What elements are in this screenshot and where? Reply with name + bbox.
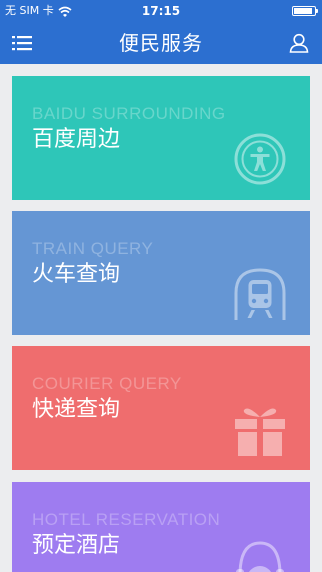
- user-button[interactable]: [288, 33, 310, 53]
- battery-icon: [292, 6, 318, 16]
- card-subtitle: COURIER QUERY: [32, 374, 182, 393]
- user-icon: [289, 33, 309, 53]
- train-icon: [234, 268, 286, 320]
- card-courier-query[interactable]: COURIER QUERY 快递查询: [12, 346, 310, 470]
- hotel-icon: [236, 541, 284, 572]
- nav-bar: 便民服务: [0, 22, 322, 64]
- card-title: 火车查询: [32, 262, 121, 287]
- page-title: 便民服务: [119, 31, 203, 55]
- card-title: 预定酒店: [32, 533, 121, 558]
- card-hotel-reservation[interactable]: HOTEL RESERVATION 预定酒店: [12, 482, 310, 572]
- accessibility-icon: [234, 133, 286, 185]
- status-bar: 无 SIM 卡 17:15: [0, 0, 322, 22]
- card-title: 百度周边: [32, 127, 121, 152]
- card-subtitle: TRAIN QUERY: [32, 239, 154, 258]
- card-title: 快递查询: [32, 397, 121, 422]
- status-time: 17:15: [141, 4, 181, 18]
- card-subtitle: BAIDU SURROUNDING: [32, 104, 226, 123]
- card-baidu-surrounding[interactable]: BAIDU SURROUNDING 百度周边: [12, 76, 310, 200]
- card-subtitle: HOTEL RESERVATION: [32, 510, 221, 529]
- battery-level: [294, 8, 312, 14]
- card-train-query[interactable]: TRAIN QUERY 火车查询: [12, 211, 310, 335]
- gift-icon: [235, 408, 285, 456]
